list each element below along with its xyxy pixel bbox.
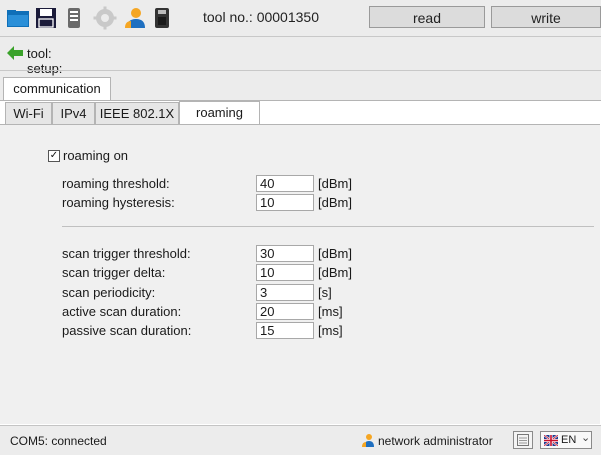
roaming-on-checkbox[interactable]: ✓ bbox=[48, 149, 60, 162]
scan-trigger-delta-label: scan trigger delta: bbox=[62, 265, 166, 280]
roaming-on-label: roaming on bbox=[63, 148, 129, 163]
roaming-hysteresis-label: roaming hysteresis: bbox=[62, 195, 175, 210]
chevron-down-icon: ⌄ bbox=[581, 432, 591, 444]
roaming-threshold-unit: [dBm] bbox=[318, 176, 352, 191]
roaming-hysteresis-unit: [dBm] bbox=[318, 195, 352, 210]
scan-trigger-threshold-label: scan trigger threshold: bbox=[62, 246, 191, 261]
breadcrumb-text: tool: setup: bbox=[27, 46, 63, 76]
roaming-hysteresis-input[interactable]: 10 bbox=[256, 194, 314, 211]
scan-trigger-threshold-input[interactable]: 30 bbox=[256, 245, 314, 262]
language-select[interactable]: EN ⌄ bbox=[540, 431, 592, 449]
breadcrumb-divider bbox=[0, 70, 601, 71]
user-role: network administrator bbox=[378, 434, 493, 448]
form-divider bbox=[62, 226, 594, 227]
keyboard-icon bbox=[517, 434, 529, 446]
keyboard-button[interactable] bbox=[513, 431, 533, 449]
language-label: EN bbox=[561, 434, 577, 446]
active-scan-duration-input[interactable]: 20 bbox=[256, 303, 314, 320]
scan-trigger-threshold-unit: [dBm] bbox=[318, 246, 352, 261]
toolbar-divider bbox=[0, 36, 601, 37]
gear-icon[interactable] bbox=[93, 6, 117, 30]
scan-periodicity-label: scan periodicity: bbox=[62, 285, 156, 300]
read-button[interactable]: read bbox=[369, 6, 485, 28]
roaming-threshold-input[interactable]: 40 bbox=[256, 175, 314, 192]
scan-trigger-delta-unit: [dBm] bbox=[318, 265, 352, 280]
tab-ipv4[interactable]: IPv4 bbox=[52, 102, 95, 124]
uk-flag-icon bbox=[544, 435, 558, 446]
usb-icon[interactable] bbox=[150, 6, 174, 30]
device-icon[interactable] bbox=[62, 6, 86, 30]
scan-trigger-delta-input[interactable]: 10 bbox=[256, 264, 314, 281]
tab-roaming[interactable]: roaming bbox=[179, 101, 260, 125]
toolbar: tool no.: 00001350 read write bbox=[0, 0, 601, 36]
tool-number: tool no.: 00001350 bbox=[203, 9, 319, 25]
admin-user-icon bbox=[362, 434, 374, 447]
save-icon[interactable] bbox=[34, 6, 58, 30]
active-scan-duration-label: active scan duration: bbox=[62, 304, 182, 319]
write-button[interactable]: write bbox=[491, 6, 601, 28]
tab-ieee-8021x[interactable]: IEEE 802.1X bbox=[95, 102, 179, 124]
tab-wifi[interactable]: Wi-Fi bbox=[5, 102, 52, 124]
folder-icon[interactable] bbox=[6, 6, 30, 30]
connection-status: COM5: connected bbox=[10, 434, 107, 448]
scan-periodicity-input[interactable]: 3 bbox=[256, 284, 314, 301]
back-arrow-icon[interactable] bbox=[6, 44, 24, 62]
inner-tab-bar: Wi-Fi IPv4 IEEE 802.1X roaming bbox=[0, 101, 601, 125]
passive-scan-duration-label: passive scan duration: bbox=[62, 323, 192, 338]
status-bar: COM5: connected network administrator EN… bbox=[0, 425, 601, 455]
roaming-on-row: ✓ roaming on bbox=[48, 148, 128, 163]
active-scan-duration-unit: [ms] bbox=[318, 304, 343, 319]
passive-scan-duration-input[interactable]: 15 bbox=[256, 322, 314, 339]
tab-communication[interactable]: communication bbox=[3, 77, 111, 101]
passive-scan-duration-unit: [ms] bbox=[318, 323, 343, 338]
roaming-threshold-label: roaming threshold: bbox=[62, 176, 170, 191]
outer-tab-bar: communication bbox=[0, 77, 601, 101]
scan-periodicity-unit: [s] bbox=[318, 285, 332, 300]
user-icon[interactable] bbox=[122, 6, 146, 30]
